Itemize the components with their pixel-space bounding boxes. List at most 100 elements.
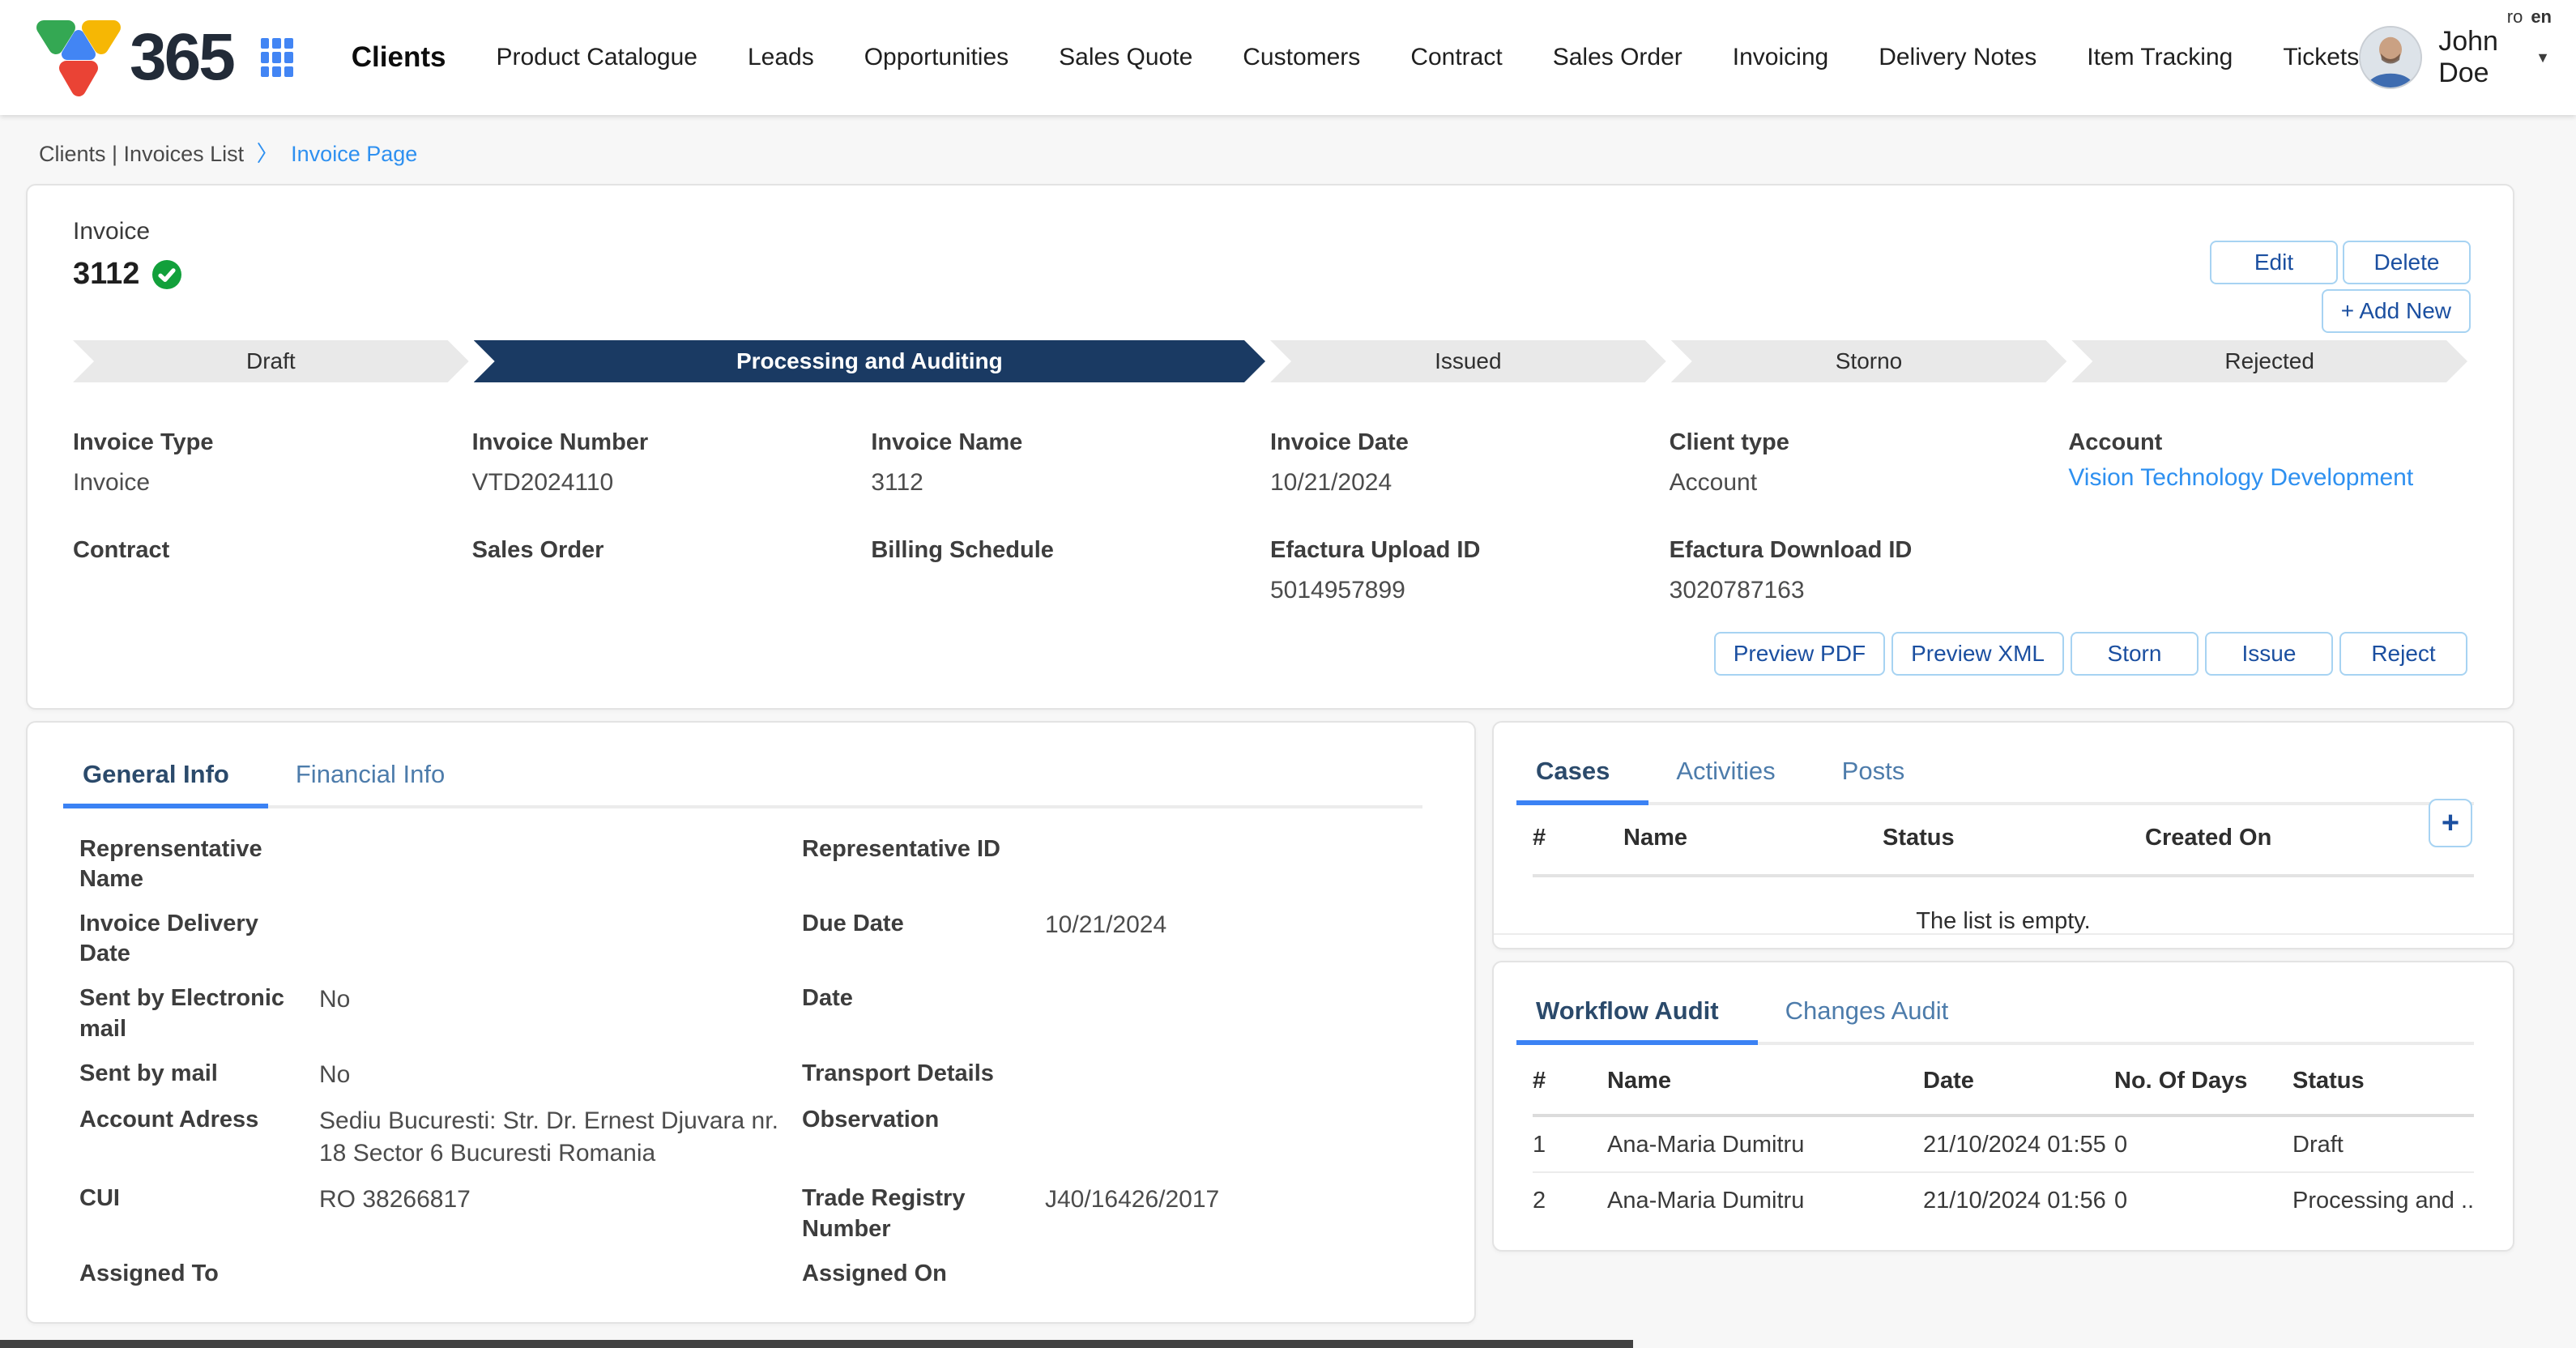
field-invoice-name: Invoice Name 3112 — [871, 429, 1270, 498]
field-efactura-upload-id: Efactura Upload ID 5014957899 — [1270, 537, 1670, 606]
nav-item-sales-order[interactable]: Sales Order — [1553, 44, 1683, 71]
field-label: Representative ID — [802, 834, 1045, 894]
col-name: Name — [1623, 825, 1883, 851]
preview-pdf-button[interactable]: Preview PDF — [1714, 632, 1885, 676]
tab-cases[interactable]: Cases — [1533, 742, 1613, 802]
field-label: Observation — [802, 1105, 1045, 1169]
edit-button[interactable]: Edit — [2210, 241, 2338, 284]
field-value: J40/16426/2017 — [1045, 1184, 1422, 1243]
field-value — [319, 1259, 802, 1290]
field-label: Assigned On — [802, 1259, 1045, 1290]
tab-general-info[interactable]: General Info — [79, 745, 232, 805]
nav-item-sales-quote[interactable]: Sales Quote — [1059, 44, 1192, 71]
field-value: 3112 — [871, 469, 1270, 498]
horizontal-scrollbar-thumb[interactable] — [0, 1340, 1633, 1348]
add-case-button[interactable]: + — [2429, 799, 2472, 847]
brand-logo[interactable]: 365 — [32, 13, 233, 102]
lang-en[interactable]: en — [2531, 6, 2552, 27]
cell-date: 21/10/2024 01:56 — [1923, 1188, 2114, 1214]
field-client-type: Client type Account — [1670, 429, 2069, 498]
preview-xml-button[interactable]: Preview XML — [1891, 632, 2064, 676]
cell-status: Draft — [2292, 1132, 2474, 1158]
nav-item-tickets[interactable]: Tickets — [2283, 44, 2359, 71]
cell-number: 1 — [1533, 1132, 1607, 1158]
field-invoice-type: Invoice Type Invoice — [73, 429, 472, 498]
page: 365 Clients Product Catalogue Leads Oppo… — [0, 0, 2576, 1348]
field-value: Invoice — [73, 469, 472, 498]
main-content: General Info Financial Info Reprensentat… — [26, 721, 2576, 1324]
field-sales-order: Sales Order — [472, 537, 872, 606]
field-label: Billing Schedule — [871, 537, 1270, 564]
nav-item-opportunities[interactable]: Opportunities — [864, 44, 1009, 71]
field-value — [472, 577, 872, 606]
green-check-circle-icon — [152, 260, 181, 289]
tab-changes-audit[interactable]: Changes Audit — [1782, 982, 1952, 1042]
invoice-fields-row-1: Invoice Type Invoice Invoice Number VTD2… — [73, 429, 2467, 498]
lang-ro[interactable]: ro — [2507, 6, 2523, 27]
field-value — [73, 577, 472, 606]
user-name: John Doe — [2438, 26, 2518, 89]
col-name: Name — [1607, 1068, 1923, 1094]
tab-activities[interactable]: Activities — [1673, 742, 1778, 802]
invoice-header-card: Invoice 3112 Edit Delete + Add New Draft… — [26, 184, 2514, 710]
invoice-fields-row-2: Contract Sales Order Billing Schedule Ef… — [73, 537, 2467, 606]
field-value: Account — [1670, 469, 2069, 498]
workflow-stage-storno[interactable]: Storno — [1671, 340, 2067, 382]
field-label: Due Date — [802, 909, 1045, 969]
field-value: 3020787163 — [1670, 577, 2069, 606]
col-status: Status — [1883, 825, 2145, 851]
field-value — [1045, 1059, 1422, 1091]
field-value — [1045, 1105, 1422, 1169]
reject-button[interactable]: Reject — [2339, 632, 2467, 676]
field-efactura-download-id: Efactura Download ID 3020787163 — [1670, 537, 2069, 606]
breadcrumb-current: Invoice Page — [291, 142, 417, 166]
field-value — [1045, 1259, 1422, 1290]
apps-grid-icon[interactable] — [261, 38, 293, 77]
field-label: Efactura Upload ID — [1270, 537, 1670, 564]
nav-item-item-tracking[interactable]: Item Tracking — [2087, 44, 2233, 71]
workflow-stage-issued[interactable]: Issued — [1270, 340, 1666, 382]
storn-button[interactable]: Storn — [2071, 632, 2199, 676]
issue-button[interactable]: Issue — [2205, 632, 2333, 676]
language-switcher: roen — [2507, 6, 2552, 28]
add-new-button[interactable]: + Add New — [2322, 289, 2471, 333]
field-label: Sent by mail — [79, 1059, 319, 1091]
workflow-stage-rejected[interactable]: Rejected — [2071, 340, 2467, 382]
tab-workflow-audit[interactable]: Workflow Audit — [1533, 982, 1722, 1042]
field-value: RO 38266817 — [319, 1184, 802, 1243]
nav-item-customers[interactable]: Customers — [1243, 44, 1360, 71]
nav-item-product-catalogue[interactable]: Product Catalogue — [496, 44, 697, 71]
workflow-stage-processing-and-auditing[interactable]: Processing and Auditing — [474, 340, 1265, 382]
nav-item-contract[interactable]: Contract — [1410, 44, 1502, 71]
col-status: Status — [2292, 1068, 2474, 1094]
field-label: Transport Details — [802, 1059, 1045, 1091]
field-label: Invoice Name — [871, 429, 1270, 456]
field-value: VTD2024110 — [472, 469, 872, 498]
field-value: 10/21/2024 — [1045, 909, 1422, 969]
nav-item-leads[interactable]: Leads — [748, 44, 814, 71]
invoice-number-text: 3112 — [73, 257, 139, 292]
nav-item-delivery-notes[interactable]: Delivery Notes — [1879, 44, 2036, 71]
general-info-card: General Info Financial Info Reprensentat… — [26, 721, 1476, 1324]
field-label: Contract — [73, 537, 472, 564]
audit-tabs: Workflow Audit Changes Audit — [1533, 982, 2474, 1045]
field-label: Account Adress — [79, 1105, 319, 1169]
avatar — [2359, 26, 2422, 89]
field-label: Assigned To — [79, 1259, 319, 1290]
delete-button[interactable]: Delete — [2343, 241, 2471, 284]
nav-item-clients[interactable]: Clients — [352, 41, 446, 74]
account-link[interactable]: Vision Technology Development — [2068, 464, 2467, 493]
workflow-stage-draft[interactable]: Draft — [73, 340, 469, 382]
field-value: No — [319, 1059, 802, 1091]
nav-item-invoicing[interactable]: Invoicing — [1733, 44, 1828, 71]
field-label: Account — [2068, 429, 2467, 456]
field-billing-schedule: Billing Schedule — [871, 537, 1270, 606]
tab-posts[interactable]: Posts — [1839, 742, 1909, 802]
col-no-of-days: No. Of Days — [2114, 1068, 2292, 1094]
user-menu[interactable]: John Doe ▼ — [2359, 26, 2550, 89]
breadcrumb-path[interactable]: Clients | Invoices List — [39, 142, 244, 166]
field-label: Date — [802, 983, 1045, 1043]
general-info-tabs: General Info Financial Info — [79, 745, 1422, 808]
tab-financial-info[interactable]: Financial Info — [292, 745, 448, 805]
field-label: Efactura Download ID — [1670, 537, 2069, 564]
